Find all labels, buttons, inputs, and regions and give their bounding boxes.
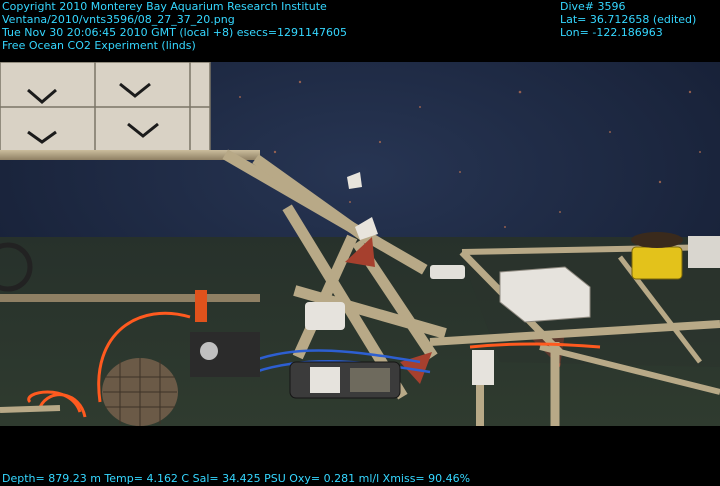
orange-probe [195,290,207,322]
latitude: Lat= 36.712658 (edited) [560,13,697,26]
experiment-line: Free Ocean CO2 Experiment (linds) [2,39,196,52]
video-frame: Copyright 2010 Monterey Bay Aquarium Res… [0,0,720,486]
yellow-sensor [631,232,683,280]
overlay-top-left: Copyright 2010 Monterey Bay Aquarium Res… [2,0,347,52]
underwater-scene [0,62,720,426]
seafloor-experiment-image [0,62,720,426]
frame-beam [0,150,260,160]
copyright-line: Copyright 2010 Monterey Bay Aquarium Res… [2,0,327,13]
small-cylinder [430,265,465,279]
overlay-top-right: Dive# 3596 Lat= 36.712658 (edited) Lon= … [560,0,696,39]
marker-panel [0,62,211,153]
filename-line: Ventana/2010/vnts3596/08_27_37_20.png [2,13,235,26]
telemetry-readout: Depth= 879.23 m Temp= 4.162 C Sal= 34.42… [2,472,471,485]
longitude: Lon= -122.186963 [560,26,663,39]
mesh-trap [102,358,178,426]
timestamp-line: Tue Nov 30 20:06:45 2010 GMT (local +8) … [2,26,348,39]
lower-beam [0,405,61,413]
base-rail [0,294,260,302]
white-block [688,236,720,268]
dive-number: Dive# 3596 [560,0,626,13]
